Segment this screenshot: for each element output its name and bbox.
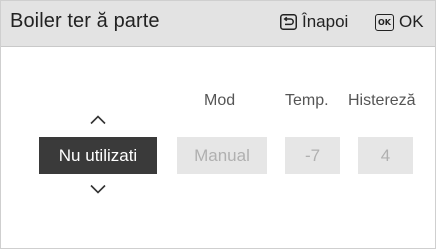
page-title: Boiler ter ă parte — [10, 10, 160, 32]
back-button[interactable]: Înapoi — [280, 12, 348, 32]
back-label: Înapoi — [302, 12, 349, 31]
mode-column-label: Mod — [204, 92, 236, 109]
screen-frame: Boiler ter ă parte Înapoi OK OK Mod Temp… — [0, 0, 436, 249]
chevron-down-icon[interactable] — [90, 184, 106, 194]
back-icon — [280, 14, 297, 30]
hysteresis-field: 4 — [358, 137, 413, 174]
hysteresis-column-label: Histereză — [348, 92, 416, 109]
ok-icon: OK — [375, 13, 394, 31]
header-bar: Boiler ter ă parte Înapoi OK OK — [1, 1, 435, 47]
chevron-up-icon[interactable] — [90, 115, 106, 125]
usage-selector[interactable]: Nu utilizati — [39, 137, 157, 174]
mode-field: Manual — [177, 137, 267, 174]
temp-field: -7 — [285, 137, 340, 174]
ok-label: OK — [399, 12, 424, 31]
temp-column-label: Temp. — [285, 92, 329, 109]
ok-button[interactable]: OK OK — [375, 12, 424, 32]
